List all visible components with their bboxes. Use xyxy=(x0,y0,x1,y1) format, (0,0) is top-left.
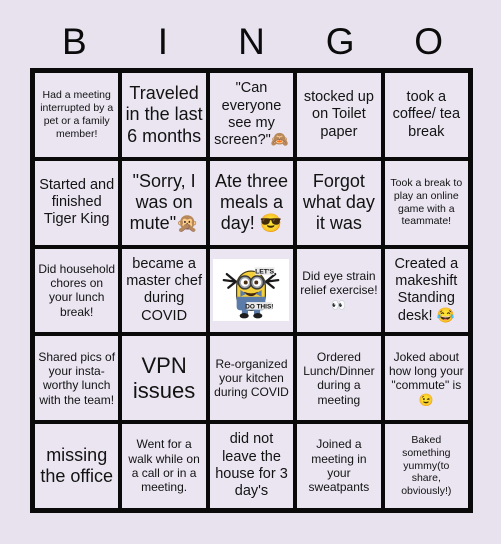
bingo-cell-r2c5[interactable]: Took a break to play an online game with… xyxy=(382,158,470,247)
bingo-cell-text: Re-organized your kitchen during COVID xyxy=(214,356,291,400)
svg-text:DO THIS!: DO THIS! xyxy=(246,304,274,311)
bingo-cell-r1c3[interactable]: "Can everyone see my screen?"🙈 xyxy=(207,71,296,159)
bingo-cell-r3c1[interactable]: Did household chores on your lunch break… xyxy=(33,246,121,335)
bingo-cell-text: became a master chef during COVID xyxy=(126,255,206,324)
bingo-cell-text: missing the office xyxy=(40,444,114,487)
bingo-cell-r1c2[interactable]: Traveled in the last 6 months xyxy=(120,71,208,159)
bingo-cell-text: Took a break to play an online game with… xyxy=(390,177,466,228)
bingo-cell-text: Ate three meals a day! 😎 xyxy=(214,170,294,234)
bingo-cell-r2c1[interactable]: Started and finished Tiger King xyxy=(33,158,121,247)
bingo-cell-r3c2[interactable]: became a master chef during COVID xyxy=(120,246,208,335)
bingo-cell-r5c5[interactable]: Baked something yummy(to share, obviousl… xyxy=(382,422,470,510)
bingo-cell-text: Ordered Lunch/Dinner during a meeting xyxy=(303,349,378,407)
bingo-header-letter-b: B xyxy=(61,21,87,62)
bingo-cell-text: did not leave the house for 3 day's xyxy=(215,431,292,500)
bingo-cell-r3c4[interactable]: Did eye strain relief exercise! 👀 xyxy=(295,246,383,335)
minion-image-wrapper: LET'S DO THIS! xyxy=(209,248,294,333)
bingo-cell-r2c4[interactable]: Forgot what day it was xyxy=(295,158,383,247)
bingo-cell-text: took a coffee/ tea break xyxy=(392,88,465,140)
bingo-cell-r4c1[interactable]: Shared pics of your insta-worthy lunch w… xyxy=(33,334,121,423)
bingo-cell-text: Went for a walk while on a call or in a … xyxy=(128,437,204,495)
bingo-cell-text: Joked about how long your "commute" is 😉 xyxy=(388,349,467,407)
bingo-cell-r1c1[interactable]: Had a meeting interrupted by a pet or a … xyxy=(33,71,121,159)
bingo-cell-text: Baked something yummy(to share, obviousl… xyxy=(401,434,454,498)
bingo-cell-text: Did eye strain relief exercise! 👀 xyxy=(300,268,381,312)
bingo-header-letter-n: N xyxy=(238,21,265,62)
bingo-cell-r4c5[interactable]: Joked about how long your "commute" is 😉 xyxy=(382,334,470,423)
bingo-cell-r3c5[interactable]: Created a makeshift Standing desk! 😂 xyxy=(382,246,470,335)
bingo-cell-text: Had a meeting interrupted by a pet or a … xyxy=(40,89,117,140)
bingo-cell-text: Created a makeshift Standing desk! 😂 xyxy=(394,255,463,324)
bingo-cell-r5c3[interactable]: did not leave the house for 3 day's xyxy=(207,422,296,510)
bingo-cell-text: Forgot what day it was xyxy=(302,170,380,234)
bingo-cell-text: Started and finished Tiger King xyxy=(39,176,119,228)
bingo-cell-text: "Can everyone see my screen?"🙈 xyxy=(214,80,289,149)
bingo-cell-r4c4[interactable]: Ordered Lunch/Dinner during a meeting xyxy=(295,334,383,423)
bingo-card: B I N G O Had a meeting interrupted by a… xyxy=(0,0,501,544)
bingo-cell-text: stocked up on Toilet paper xyxy=(303,88,378,140)
bingo-cell-r4c2[interactable]: VPN issues xyxy=(120,334,208,423)
bingo-header-letter-g: G xyxy=(325,21,355,62)
bingo-cell-text: Joined a meeting in your sweatpants xyxy=(308,437,370,495)
bingo-header-letter-o: O xyxy=(414,21,444,62)
bingo-cell-r2c3[interactable]: Ate three meals a day! 😎 xyxy=(207,158,296,247)
bingo-cell-r3c3[interactable]: LET'S DO THIS! xyxy=(207,246,296,335)
bingo-cell-text: Shared pics of your insta-worthy lunch w… xyxy=(38,349,119,407)
bingo-cell-text: VPN issues xyxy=(132,352,196,404)
bingo-header-letter-i: I xyxy=(157,21,169,62)
bingo-cell-text: Traveled in the last 6 months xyxy=(125,83,208,146)
bingo-cell-r5c4[interactable]: Joined a meeting in your sweatpants xyxy=(295,422,383,510)
bingo-cell-text: "Sorry, I was on mute"🙊 xyxy=(129,170,201,234)
bingo-cell-r2c2[interactable]: "Sorry, I was on mute"🙊 xyxy=(120,158,208,247)
bingo-cell-r1c4[interactable]: stocked up on Toilet paper xyxy=(295,71,383,159)
bingo-header-row: B I N G O xyxy=(30,18,473,66)
bingo-cell-r5c1[interactable]: missing the office xyxy=(33,422,121,510)
bingo-grid: Had a meeting interrupted by a pet or a … xyxy=(30,68,473,513)
bingo-cell-r1c5[interactable]: took a coffee/ tea break xyxy=(382,71,470,159)
minion-lets-do-this-icon: LET'S DO THIS! xyxy=(213,259,290,322)
svg-text:LET'S: LET'S xyxy=(256,269,275,276)
bingo-cell-text: Did household chores on your lunch break… xyxy=(38,261,119,319)
bingo-cell-r5c2[interactable]: Went for a walk while on a call or in a … xyxy=(120,422,208,510)
bingo-cell-r4c3[interactable]: Re-organized your kitchen during COVID xyxy=(207,334,296,423)
